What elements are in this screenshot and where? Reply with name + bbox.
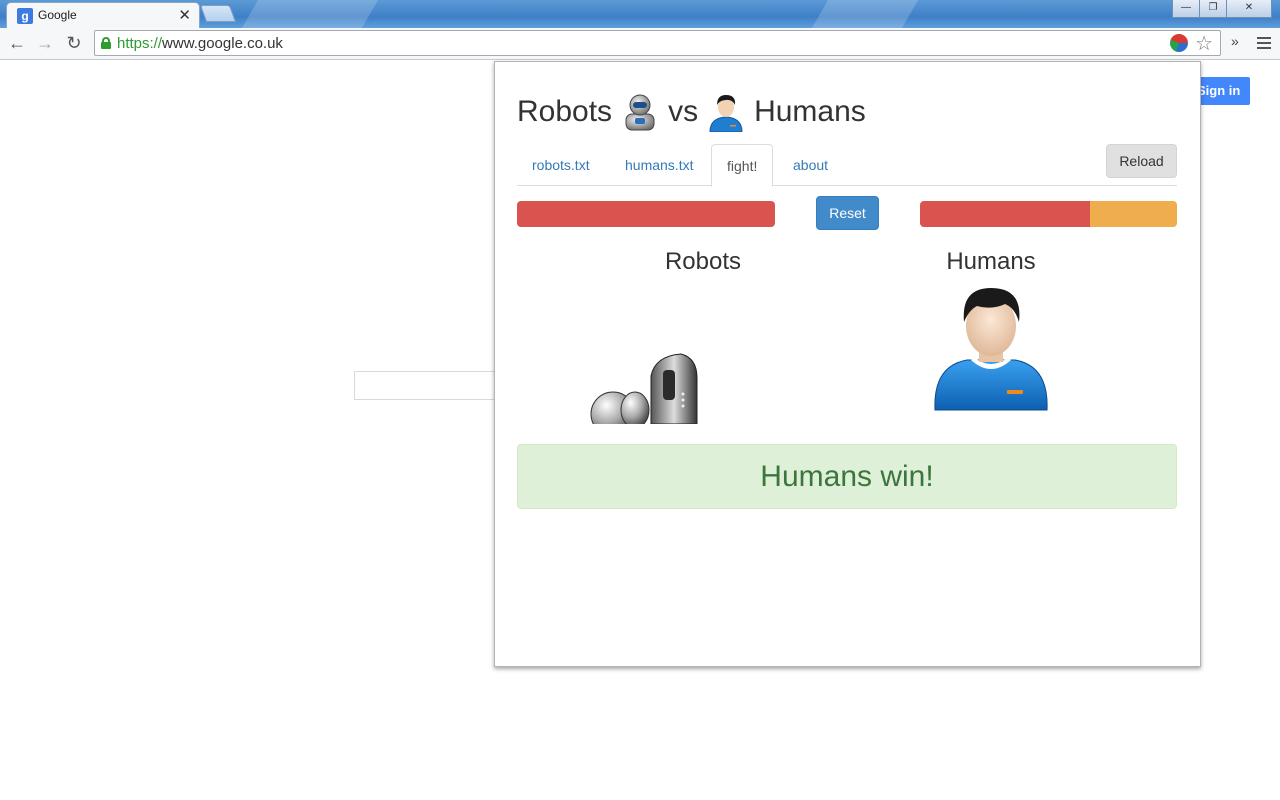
robot-fighter-icon [585, 348, 705, 424]
browser-toolbar: ← → ↻ https://www.google.co.uk ☆ » [0, 28, 1280, 60]
tab-fight[interactable]: fight! [711, 144, 774, 187]
maximize-button[interactable]: ❐ [1199, 0, 1227, 18]
robots-health-bar [517, 201, 775, 227]
url-text: https://www.google.co.uk [117, 35, 283, 52]
tab-close-icon[interactable]: ✕ [178, 6, 191, 24]
extension-popup: Robots vs Humans robots.txt humans.txt f… [494, 61, 1201, 667]
robots-vs-humans-extension-icon[interactable] [1170, 34, 1188, 52]
chrome-menu-icon[interactable] [1257, 37, 1271, 52]
window-controls: — ❐ ✕ [1172, 0, 1272, 18]
robots-health-damage [517, 201, 775, 227]
humans-health-damage [920, 201, 1090, 227]
reload-button[interactable]: Reload [1106, 144, 1177, 178]
reset-button[interactable]: Reset [816, 196, 879, 230]
secure-lock-icon [101, 37, 111, 49]
browser-tab-google[interactable]: g Google ✕ [6, 2, 200, 28]
humans-health-bar [920, 201, 1177, 227]
human-icon [706, 92, 746, 133]
titlebar-decoration [241, 0, 379, 28]
title-robots: Robots [517, 95, 613, 128]
address-bar[interactable]: https://www.google.co.uk ☆ [94, 30, 1221, 56]
humans-label: Humans [946, 248, 1036, 275]
title-humans: Humans [754, 95, 866, 128]
robots-label: Robots [664, 248, 742, 275]
tab-robots-txt[interactable]: robots.txt [517, 144, 605, 186]
bookmark-star-icon[interactable]: ☆ [1195, 31, 1213, 56]
popup-title: Robots vs Humans [517, 92, 866, 133]
browser-titlebar: g Google ✕ — ❐ ✕ [0, 0, 1280, 28]
popup-tabs: robots.txt humans.txt fight! about [517, 144, 1177, 187]
result-alert: Humans win! [517, 444, 1177, 509]
titlebar-decoration [811, 0, 919, 28]
minimize-button[interactable]: — [1172, 0, 1200, 18]
tab-title: Google [38, 8, 77, 22]
tab-about[interactable]: about [778, 144, 843, 186]
forward-arrow-icon[interactable]: → [34, 32, 56, 54]
tab-humans-txt[interactable]: humans.txt [610, 144, 708, 186]
more-extensions-icon[interactable]: » [1231, 33, 1239, 49]
title-vs: vs [668, 95, 699, 128]
google-search-input[interactable] [354, 371, 504, 400]
back-arrow-icon[interactable]: ← [6, 32, 28, 54]
new-tab-button[interactable] [199, 5, 237, 22]
close-window-button[interactable]: ✕ [1226, 0, 1272, 18]
reload-page-icon[interactable]: ↻ [63, 32, 85, 54]
google-favicon-icon: g [17, 8, 33, 24]
human-fighter-icon [931, 286, 1051, 412]
robot-icon [620, 92, 660, 132]
humans-health-remaining [1089, 201, 1177, 227]
